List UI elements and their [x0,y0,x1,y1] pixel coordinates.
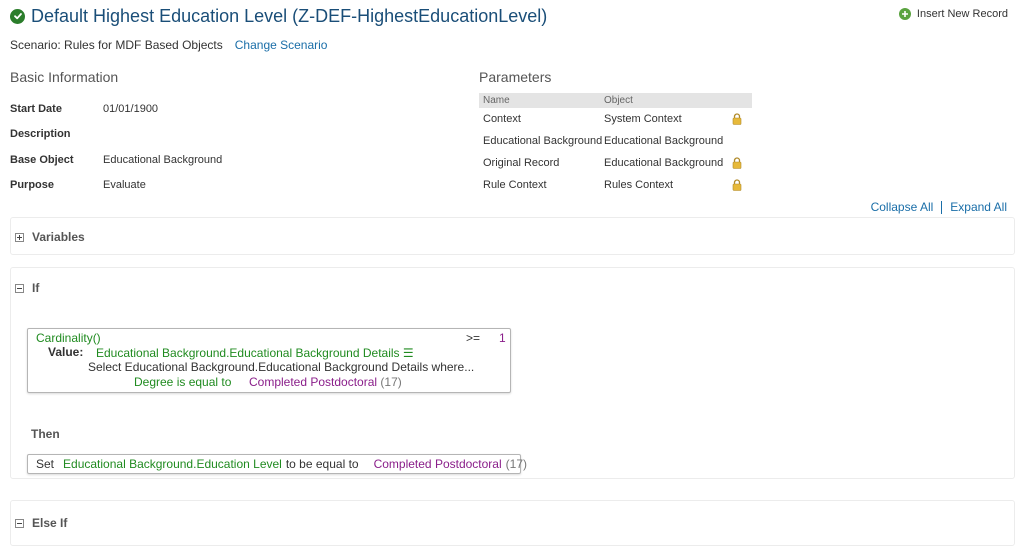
collapse-expand-toolbar: Collapse All Expand All [871,200,1007,214]
else-if-panel: Else If [10,500,1015,546]
parameter-object: Educational Background [604,157,724,169]
set-mid-text: to be equal to [285,457,359,471]
info-row-purpose: Purpose Evaluate [10,173,222,199]
if-header[interactable]: If [15,281,39,295]
basic-information-title: Basic Information [10,69,119,85]
expand-all-link[interactable]: Expand All [950,200,1007,214]
insert-new-record-button[interactable]: Insert New Record [898,8,1008,20]
select-text: Select Educational Background.Educationa… [88,360,475,374]
filter-code: (17) [380,375,402,389]
parameter-row: Context System Context [479,108,752,130]
filter-field[interactable]: Degree is equal to [134,375,231,389]
parameter-row: Original Record Educational Background [479,152,752,174]
lock-icon [732,179,752,191]
basic-information-table: Start Date 01/01/1900 Description Base O… [10,96,222,198]
set-label: Set [36,457,55,471]
parameters-header: Name Object [479,93,752,108]
change-scenario-link[interactable]: Change Scenario [235,38,328,52]
variables-panel: Variables [10,217,1015,255]
info-row-base-object: Base Object Educational Background [10,147,222,173]
then-expression[interactable]: Set Educational Background.Education Lev… [27,454,527,474]
parameter-name: Rule Context [483,179,547,191]
parameter-row: Educational Background Educational Backg… [479,130,752,152]
parameter-row: Rule Context Rules Context [479,174,752,196]
info-label: Start Date [10,102,62,115]
lock-icon [732,157,752,169]
parameter-object: Educational Background [604,135,724,147]
function-name[interactable]: Cardinality() [36,331,101,345]
parameters-title: Parameters [479,69,552,85]
parameter-name: Context [483,113,521,125]
parameter-object: System Context [604,113,682,125]
page-title: Default Highest Education Level (Z-DEF-H… [31,5,548,26]
check-circle-icon [10,8,25,24]
scenario-label: Scenario: Rules for MDF Based Objects [10,38,223,52]
insert-new-record-label: Insert New Record [916,8,1008,20]
if-panel: If Cardinality() >= 1 Value: Educational… [10,267,1015,479]
expand-icon[interactable] [15,232,24,242]
info-value: 01/01/1900 [103,102,159,115]
filter-value-wrap[interactable]: Completed Postdoctoral (17) [249,375,402,389]
parameter-name: Educational Background [483,135,603,147]
page-header: Default Highest Education Level (Z-DEF-H… [10,5,547,27]
column-header-name: Name [483,95,510,106]
variables-header[interactable]: Variables [15,230,85,244]
parameter-name: Original Record [483,157,560,169]
info-value: Evaluate [103,179,146,192]
column-header-object: Object [604,95,633,106]
info-label: Description [10,128,71,141]
info-row-start-date: Start Date 01/01/1900 [10,96,222,122]
lock-icon [732,113,752,125]
set-field[interactable]: Educational Background.Education Level [63,457,282,471]
parameters-table: Name Object Context System Context Educa… [479,93,752,196]
set-code: (17) [505,457,527,471]
else-if-header[interactable]: Else If [15,516,67,530]
condition-expression[interactable]: Cardinality() >= 1 Value: Educational Ba… [27,328,511,393]
compare-value[interactable]: 1 [499,331,506,345]
divider [941,200,943,214]
else-if-title: Else If [32,516,68,530]
value-field[interactable]: Educational Background.Educational Backg… [96,346,414,360]
set-value[interactable]: Completed Postdoctoral [374,457,502,471]
operator[interactable]: >= [466,331,480,345]
collapse-icon[interactable] [15,283,24,293]
if-title: If [32,281,40,295]
filter-value: Completed Postdoctoral [249,375,378,389]
info-value: Educational Background [103,153,223,166]
collapse-all-link[interactable]: Collapse All [871,200,934,214]
info-label: Purpose [10,179,55,192]
then-label: Then [31,427,60,441]
scenario-row: Scenario: Rules for MDF Based Objects Ch… [10,38,327,52]
parameter-object: Rules Context [604,179,674,191]
value-label: Value: [48,345,84,359]
info-row-description: Description [10,122,222,148]
collapse-icon[interactable] [15,518,24,528]
plus-circle-icon [898,8,911,20]
variables-title: Variables [32,230,85,244]
info-label: Base Object [10,153,74,166]
